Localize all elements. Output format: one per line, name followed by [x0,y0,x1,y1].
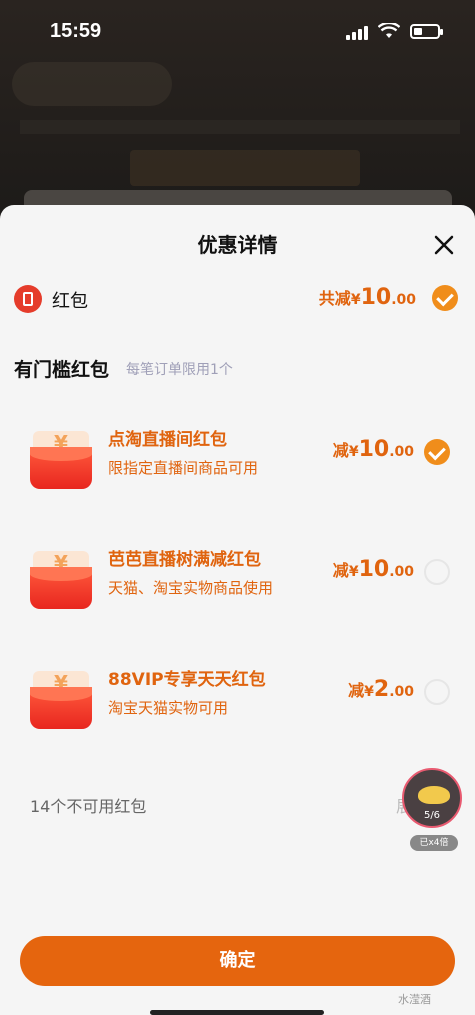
coupon-title: 芭芭直播树满减红包 [108,550,261,570]
sheet-title: 优惠详情 [197,233,278,257]
watermark: 水滢酒 [398,993,431,1006]
coupon-title: 点淘直播间红包 [108,430,227,450]
total-prefix: 共减 [318,289,351,308]
gold-ingot-icon [418,786,450,804]
floating-reward-badge[interactable]: 5/6 [402,768,462,828]
coupon-amount-int: 2 [373,677,390,702]
coupon-amount-int: 10 [358,557,390,582]
signal-icon [346,26,368,40]
section-title: 有门槛红包 [14,359,110,381]
battery-icon [410,24,443,39]
coupon-desc: 天猫、淘宝实物商品使用 [108,579,274,597]
coupon-amount-dec: .00 [389,564,414,580]
red-packet-icon [14,285,42,313]
background-banner [130,150,360,186]
reward-multiplier: 已x4倍 [410,835,458,851]
total-decimal: .00 [391,292,416,308]
coupon-amount-dec: .00 [389,684,414,700]
status-bar: 15:59 [0,0,475,60]
coupon-amount: 减¥10.00 [333,437,414,462]
coupon-desc: 限指定直播间商品可用 [108,459,259,477]
coupon-item[interactable]: ¥ 芭芭直播树满减红包 天猫、淘宝实物商品使用 减¥10.00 [30,543,450,623]
discount-detail-sheet: 优惠详情 红包 共减¥10.00 有门槛红包 每笔订单限用1个 ¥ 点淘直播间红… [0,205,475,1015]
close-icon[interactable] [430,231,458,259]
confirm-button[interactable]: 确定 [20,936,455,986]
wifi-icon [378,23,400,38]
red-packet-check-icon[interactable] [432,285,458,311]
section-note: 每笔订单限用1个 [126,362,233,378]
coupon-desc: 淘宝天猫实物可用 [108,699,229,717]
red-envelope-icon: ¥ [30,671,92,729]
coupon-prefix: 减 [332,561,349,580]
coupon-amount-dec: .00 [389,444,414,460]
red-envelope-icon: ¥ [30,551,92,609]
background-shop-header [12,62,172,106]
red-packet-total: 共减¥10.00 [319,285,416,310]
coupon-amount: 减¥10.00 [333,557,414,582]
red-envelope-icon: ¥ [30,431,92,489]
coupon-currency: ¥ [348,564,359,580]
red-packet-row: 红包 共减¥10.00 [14,285,464,315]
coupon-amount: 减¥2.00 [348,677,414,702]
home-indicator [150,1010,324,1015]
status-time: 15:59 [50,20,102,42]
coupon-radio[interactable] [424,679,450,705]
coupon-title: 88VIP专享天天红包 [108,670,266,690]
red-packet-label: 红包 [52,291,88,312]
coupon-prefix: 减 [348,681,365,700]
total-amount: 10 [360,285,392,310]
background-info-strip [20,120,460,134]
coupon-item[interactable]: ¥ 88VIP专享天天红包 淘宝天猫实物可用 减¥2.00 [30,663,450,743]
coupon-check-icon[interactable] [424,439,450,465]
coupon-item[interactable]: ¥ 点淘直播间红包 限指定直播间商品可用 减¥10.00 [30,423,450,503]
coupon-prefix: 减 [332,441,349,460]
coupon-currency: ¥ [364,684,374,700]
reward-counter: 5/6 [423,810,441,821]
unavailable-count: 14个不可用红包 [30,797,147,816]
coupon-amount-int: 10 [358,437,390,462]
coupon-currency: ¥ [348,444,359,460]
total-currency: ¥ [350,292,361,308]
coupon-radio[interactable] [424,559,450,585]
